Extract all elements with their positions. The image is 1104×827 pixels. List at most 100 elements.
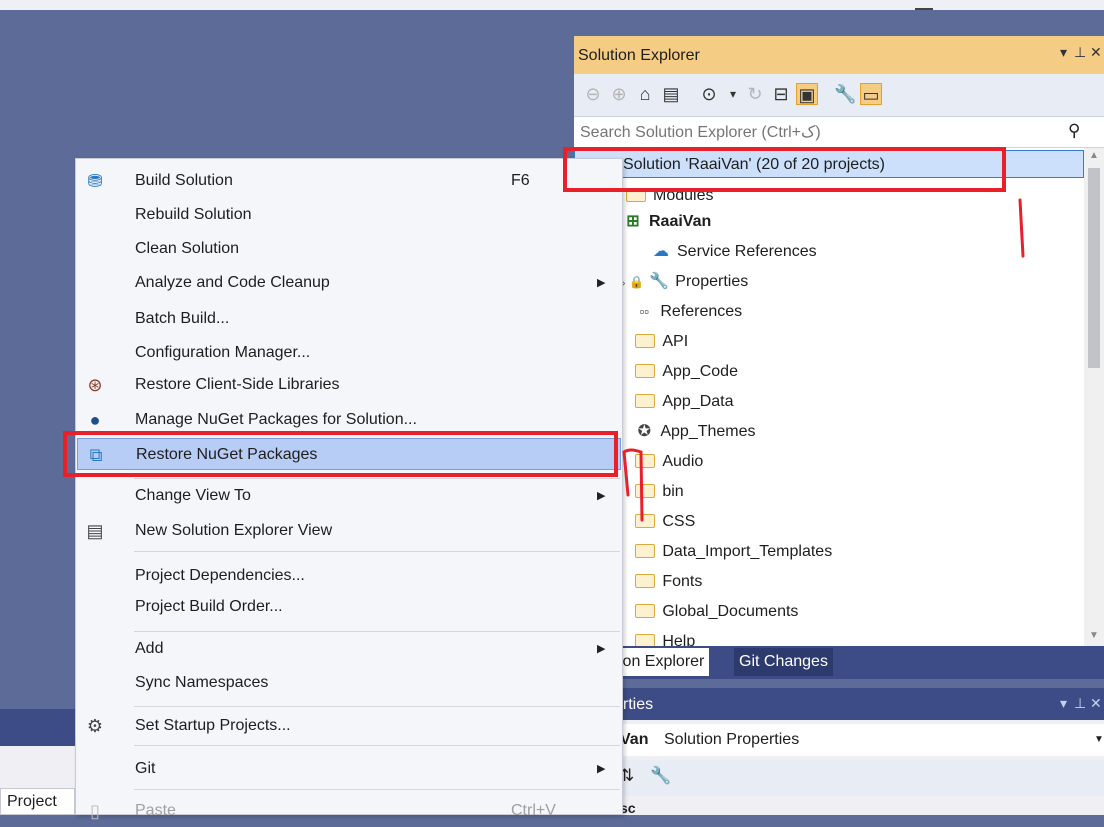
tree-item-css[interactable]: ›CSS: [620, 508, 695, 536]
tree-item-raaivan[interactable]: ⊞ RaaiVan: [622, 208, 711, 236]
properties-wrench-icon[interactable]: 🔧: [834, 83, 856, 105]
close-icon[interactable]: ✕: [1090, 695, 1102, 712]
tree-item-app-data[interactable]: ›App_Data: [620, 388, 734, 416]
window-position-dropdown-icon[interactable]: ▾: [1060, 44, 1067, 61]
submenu-arrow-icon: ▶: [597, 277, 606, 289]
property-pages-wrench-icon[interactable]: 🔧: [650, 766, 671, 786]
home-icon[interactable]: ⌂: [634, 83, 656, 105]
menu-item-set-startup-projects[interactable]: ⚙ Set Startup Projects...: [77, 710, 621, 742]
annotation-box-solution: [563, 147, 1006, 192]
refresh-icon[interactable]: ↻: [744, 83, 766, 105]
scroll-up-icon[interactable]: ▲: [1089, 150, 1099, 161]
annotation-box-restore-nuget: [63, 431, 618, 477]
menu-item-rebuild-solution[interactable]: Rebuild Solution: [77, 199, 621, 231]
folder-icon: [635, 394, 656, 408]
tab-solution-explorer[interactable]: ion Explorer: [614, 648, 710, 676]
solution-explorer-title: Solution Explorer: [578, 47, 700, 64]
tree-item-fonts[interactable]: ›Fonts: [620, 568, 702, 596]
menu-item-configuration-manager[interactable]: Configuration Manager...: [77, 337, 621, 369]
title-bar-mark: [915, 8, 933, 10]
preview-selected-icon[interactable]: ▭: [860, 83, 882, 105]
folder-icon: [635, 484, 656, 498]
menu-separator: [134, 551, 620, 552]
settings-icon: ⚙: [86, 716, 104, 736]
web-project-icon: ⊞: [626, 213, 640, 230]
tree-item-label: App_Data: [662, 393, 734, 410]
tree-item-bin[interactable]: ›bin: [620, 478, 684, 506]
menu-item-label: Add: [135, 640, 164, 657]
menu-separator: [134, 789, 620, 790]
folder-icon: [635, 334, 656, 348]
menu-item-clean-solution[interactable]: Clean Solution: [77, 233, 621, 265]
collapse-all-icon[interactable]: ⊟: [770, 83, 792, 105]
menu-item-shortcut: Ctrl+V: [511, 802, 556, 819]
show-all-files-icon[interactable]: ▣: [796, 83, 818, 105]
tree-item-label: Data_Import_Templates: [662, 543, 833, 560]
scrollbar-thumb[interactable]: [1088, 168, 1100, 368]
tree-item-audio[interactable]: ›Audio: [620, 448, 703, 476]
menu-item-build-solution[interactable]: ⛃ Build Solution F6: [77, 165, 621, 197]
menu-item-label: Project Build Order...: [135, 598, 283, 615]
search-input[interactable]: [578, 122, 1062, 144]
menu-item-paste[interactable]: ▯ Paste Ctrl+V: [77, 795, 621, 827]
chevron-down-icon[interactable]: ▼: [1094, 734, 1104, 745]
menu-item-change-view-to[interactable]: Change View To ▶: [77, 480, 621, 512]
build-icon: ⛃: [87, 171, 103, 191]
menu-item-add[interactable]: Add ▶: [77, 633, 621, 665]
tree-item-app-themes[interactable]: ›✪App_Themes: [620, 418, 756, 446]
tree-item-references[interactable]: ›▫▫References: [620, 298, 742, 326]
close-icon[interactable]: ✕: [1090, 44, 1102, 61]
lock-icon: 🔒: [629, 275, 645, 289]
menu-item-label: Set Startup Projects...: [135, 717, 291, 734]
menu-item-sync-namespaces[interactable]: Sync Namespaces: [77, 667, 621, 699]
menu-item-restore-client-libraries[interactable]: ⊛ Restore Client-Side Libraries: [77, 369, 621, 401]
solution-tree: Solution 'RaaiVan' (20 of 20 projects) M…: [574, 148, 1084, 646]
tree-item-api[interactable]: ›API: [620, 328, 688, 356]
tree-item-label: Global_Documents: [662, 603, 799, 620]
menu-item-label: Change View To: [135, 487, 251, 504]
new-view-icon: ▤: [86, 521, 104, 541]
switch-views-icon[interactable]: ▤: [660, 83, 682, 105]
menu-separator: [134, 631, 620, 632]
wrench-icon: 🔧: [649, 273, 670, 290]
menu-item-label: Clean Solution: [135, 240, 240, 257]
pending-changes-filter-icon[interactable]: ⊙: [698, 83, 720, 105]
tree-item-properties[interactable]: › 🔒 🔧 Properties: [622, 268, 748, 296]
submenu-arrow-icon: ▶: [597, 490, 606, 502]
menu-item-project-dependencies[interactable]: Project Dependencies...: [77, 560, 621, 592]
tab-git-changes[interactable]: Git Changes: [734, 648, 833, 676]
menu-item-batch-build[interactable]: Batch Build...: [77, 303, 621, 335]
menu-item-git[interactable]: Git ▶: [77, 753, 621, 785]
back-icon[interactable]: ⊖: [582, 83, 604, 105]
window-position-dropdown-icon[interactable]: ▾: [1060, 695, 1067, 712]
solution-context-menu: ⛃ Build Solution F6 Rebuild Solution Clean…: [75, 158, 623, 821]
menu-item-new-solution-explorer-view[interactable]: ▤ New Solution Explorer View: [77, 515, 621, 547]
search-icon[interactable]: ⚲: [1068, 121, 1080, 141]
menu-item-label: Build Solution: [135, 172, 233, 189]
pin-icon[interactable]: ⊥: [1074, 44, 1086, 61]
menu-item-label: Rebuild Solution: [135, 206, 252, 223]
pin-icon[interactable]: ⊥: [1074, 695, 1086, 712]
tree-item-global-documents[interactable]: ›Global_Documents: [620, 598, 798, 626]
project-tab[interactable]: Project: [0, 788, 75, 815]
menu-item-label: New Solution Explorer View: [135, 522, 333, 539]
filter-dropdown-icon[interactable]: ▾: [722, 83, 744, 105]
tree-item-app-code[interactable]: ›App_Code: [620, 358, 738, 386]
menu-item-label: Project Dependencies...: [135, 567, 305, 584]
forward-icon[interactable]: ⊕: [608, 83, 630, 105]
tree-item-help[interactable]: ›Help: [620, 628, 695, 646]
menu-item-label: Analyze and Code Cleanup: [135, 274, 330, 291]
menu-item-label: Git: [135, 760, 156, 777]
title-bar-strip: [0, 0, 1104, 10]
tree-item-data-import-templates[interactable]: ›Data_Import_Templates: [620, 538, 832, 566]
tree-item-label: App_Themes: [660, 423, 756, 440]
scroll-down-icon[interactable]: ▼: [1089, 630, 1099, 641]
menu-item-label: Configuration Manager...: [135, 344, 311, 361]
solution-explorer-search: ⚲: [574, 116, 1104, 148]
menu-item-project-build-order[interactable]: Project Build Order...: [77, 591, 621, 623]
tree-item-service-references[interactable]: ☁ Service References: [650, 238, 817, 266]
object-name: Van: [620, 731, 649, 748]
properties-object-selector[interactable]: Van Solution Properties ▼: [574, 724, 1104, 756]
menu-item-analyze-code-cleanup[interactable]: Analyze and Code Cleanup ▶: [77, 267, 621, 299]
tree-scrollbar[interactable]: ▲ ▼: [1084, 148, 1104, 646]
